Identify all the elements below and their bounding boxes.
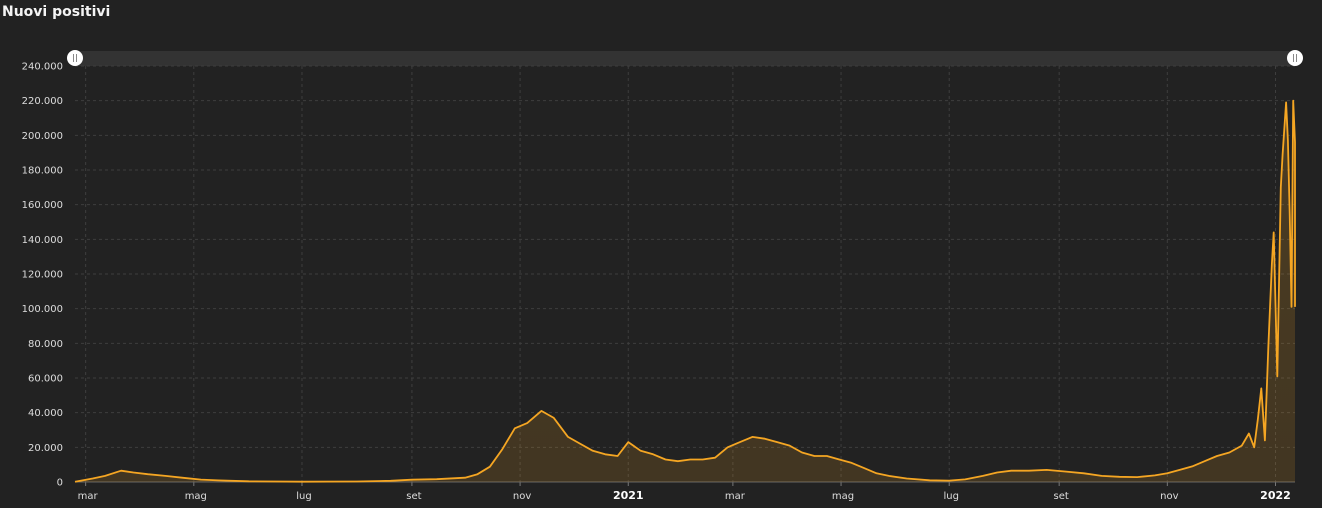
grid-lines <box>75 65 1295 482</box>
x-tick-label: 2022 <box>1260 489 1291 502</box>
x-tick-label: mar <box>78 491 99 502</box>
y-tick-label: 200.000 <box>22 131 63 142</box>
y-tick-label: 120.000 <box>22 270 63 281</box>
x-tick-label: lug <box>943 491 958 502</box>
range-navigator-track[interactable] <box>75 51 1295 66</box>
x-tick-label: lug <box>296 491 311 502</box>
y-tick-label: 0 <box>57 478 63 489</box>
x-tick-label: mag <box>832 491 854 502</box>
y-tick-label: 20.000 <box>28 443 63 454</box>
x-axis: mar mag lug set nov 2021 mar mag lug set nov 2022 <box>78 482 1291 502</box>
chart-svg: 0 20.000 40.000 60.000 80.000 100.000 120.000 1… <box>22 50 1303 502</box>
y-tick-label: 40.000 <box>28 408 63 419</box>
x-tick-label: set <box>406 491 421 502</box>
x-tick-label: mar <box>725 491 746 502</box>
range-handle-left[interactable] <box>67 50 83 66</box>
y-tick-label: 180.000 <box>22 166 63 177</box>
y-tick-label: 60.000 <box>28 374 63 385</box>
y-axis: 0 20.000 40.000 60.000 80.000 100.000 120.000 1… <box>22 62 63 489</box>
x-tick-label: nov <box>513 491 531 502</box>
x-tick-label: nov <box>1160 491 1178 502</box>
range-handle-right[interactable] <box>1287 50 1303 66</box>
y-tick-label: 220.000 <box>22 96 63 107</box>
y-tick-label: 100.000 <box>22 304 63 315</box>
y-tick-label: 80.000 <box>28 339 63 350</box>
y-tick-label: 140.000 <box>22 235 63 246</box>
y-tick-label: 240.000 <box>22 62 63 73</box>
x-tick-label: 2021 <box>613 489 644 502</box>
line-series[interactable] <box>74 99 1296 483</box>
area-series-fill <box>75 100 1295 482</box>
y-tick-label: 160.000 <box>22 200 63 211</box>
x-tick-label: mag <box>185 491 207 502</box>
x-tick-label: set <box>1054 491 1069 502</box>
